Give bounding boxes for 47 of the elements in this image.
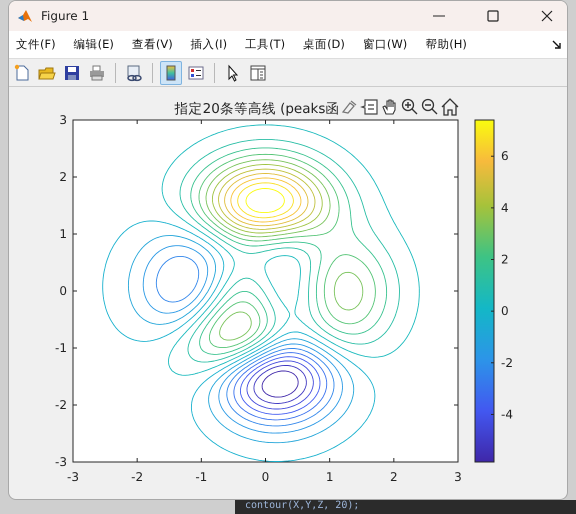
link-icon <box>125 64 143 82</box>
menu-item[interactable]: 编辑(E) <box>74 37 114 52</box>
colorbar-tick-label: -4 <box>501 407 513 422</box>
menu-item[interactable]: 查看(V) <box>132 37 173 52</box>
y-tick-label: -2 <box>55 398 67 412</box>
y-tick-label: 1 <box>59 227 67 241</box>
x-tick-label: -2 <box>131 470 144 484</box>
data-tip-icon[interactable] <box>360 99 378 115</box>
x-tick-label: 3 <box>454 470 462 484</box>
close-icon[interactable] <box>541 10 553 22</box>
brush-icon[interactable] <box>342 100 356 114</box>
y-tick-label: -1 <box>55 341 67 355</box>
colorbar-tick-label: -2 <box>501 356 513 370</box>
menu-item[interactable]: 工具(T) <box>245 37 286 52</box>
printer-icon <box>88 64 106 82</box>
colorbar-tick-label: 2 <box>501 252 509 266</box>
x-tick-label: -1 <box>195 470 208 484</box>
maximize-icon[interactable] <box>487 10 499 22</box>
zoom-out-icon[interactable] <box>422 98 438 115</box>
menu-item[interactable]: 窗口(W) <box>362 37 408 52</box>
menu-item[interactable]: 帮助(H) <box>425 37 467 52</box>
panel-icon <box>249 64 267 82</box>
colorbar-tick-label: 0 <box>501 304 509 318</box>
y-tick-label: 3 <box>59 113 67 127</box>
dock-arrow-icon[interactable] <box>552 40 561 49</box>
colorbar-tick-label: 6 <box>501 149 509 164</box>
menu-item[interactable]: 文件(F) <box>16 37 56 52</box>
legend-icon <box>187 64 205 82</box>
y-tick-label: 0 <box>59 284 67 298</box>
x-tick-label: 0 <box>262 470 270 484</box>
window-title: Figure 1 <box>41 9 90 23</box>
colorbar-tool-button[interactable] <box>160 60 182 84</box>
menu-item[interactable]: 桌面(D) <box>303 37 345 52</box>
y-tick-label: -3 <box>55 455 67 469</box>
x-tick-label: -3 <box>67 470 79 484</box>
x-tick-label: 1 <box>326 470 334 484</box>
home-icon[interactable] <box>441 98 459 116</box>
hand-icon[interactable] <box>382 99 396 115</box>
menu-item[interactable]: 插入(I) <box>190 37 228 52</box>
x-tick-label: 2 <box>390 470 398 484</box>
new-file-icon <box>13 64 31 82</box>
zoom-in-icon[interactable] <box>402 98 418 115</box>
y-tick-label: 2 <box>59 170 67 184</box>
colorbar-tick-label: 4 <box>501 200 509 215</box>
matlab-logo-icon <box>17 8 33 24</box>
plot-title: 指定20条等高线 (peaks函 <box>174 101 340 117</box>
code-line: contour(X,Y,Z, 20); <box>245 500 360 512</box>
